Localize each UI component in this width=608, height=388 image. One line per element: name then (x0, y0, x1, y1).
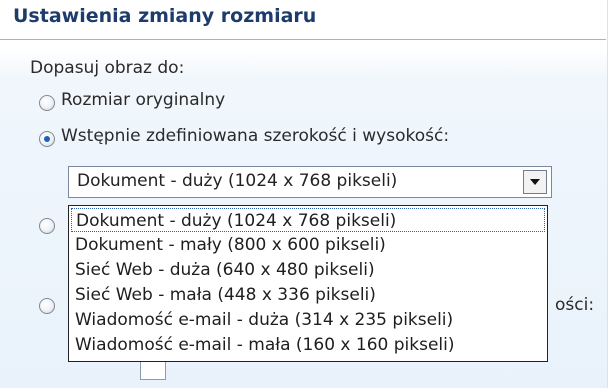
dropdown-option[interactable]: Wiadomość e-mail - mała (160 x 160 pikse… (71, 333, 545, 357)
radio-custom-size-2[interactable] (39, 298, 55, 314)
resize-settings-panel: Ustawienia zmiany rozmiaru Dopasuj obraz… (0, 0, 608, 388)
dropdown-option[interactable]: Wiadomość e-mail - duża (314 x 235 pikse… (71, 308, 545, 332)
radio-predefined-size-label[interactable]: Wstępnie zdefiniowana szerokość i wysoko… (61, 126, 449, 146)
radio-original-size-label[interactable]: Rozmiar oryginalny (61, 90, 225, 110)
radio-predefined-size[interactable] (39, 131, 55, 147)
preset-size-value: Dokument - duży (1024 x 768 pikseli) (77, 171, 398, 191)
dropdown-option[interactable]: Sieć Web - mała (448 x 336 pikseli) (71, 283, 545, 307)
section-title: Ustawienia zmiany rozmiaru (13, 5, 317, 27)
section-header: Ustawienia zmiany rozmiaru (0, 0, 606, 40)
dropdown-option[interactable]: Sieć Web - duża (640 x 480 pikseli) (71, 258, 545, 282)
preset-size-combobox[interactable]: Dokument - duży (1024 x 768 pikseli) (68, 166, 552, 198)
dropdown-option[interactable]: Dokument - mały (800 x 600 pikseli) (71, 233, 545, 257)
chevron-down-icon[interactable] (523, 170, 547, 194)
preset-size-dropdown-list[interactable]: Dokument - duży (1024 x 768 pikseli) Dok… (68, 205, 548, 362)
fit-label: Dopasuj obraz do: (30, 58, 185, 78)
radio-custom-size-2-label[interactable]: ości: (555, 295, 594, 315)
radio-custom-size[interactable] (39, 218, 55, 234)
dropdown-option[interactable]: Dokument - duży (1024 x 768 pikseli) (71, 208, 545, 232)
radio-original-size[interactable] (39, 95, 55, 111)
